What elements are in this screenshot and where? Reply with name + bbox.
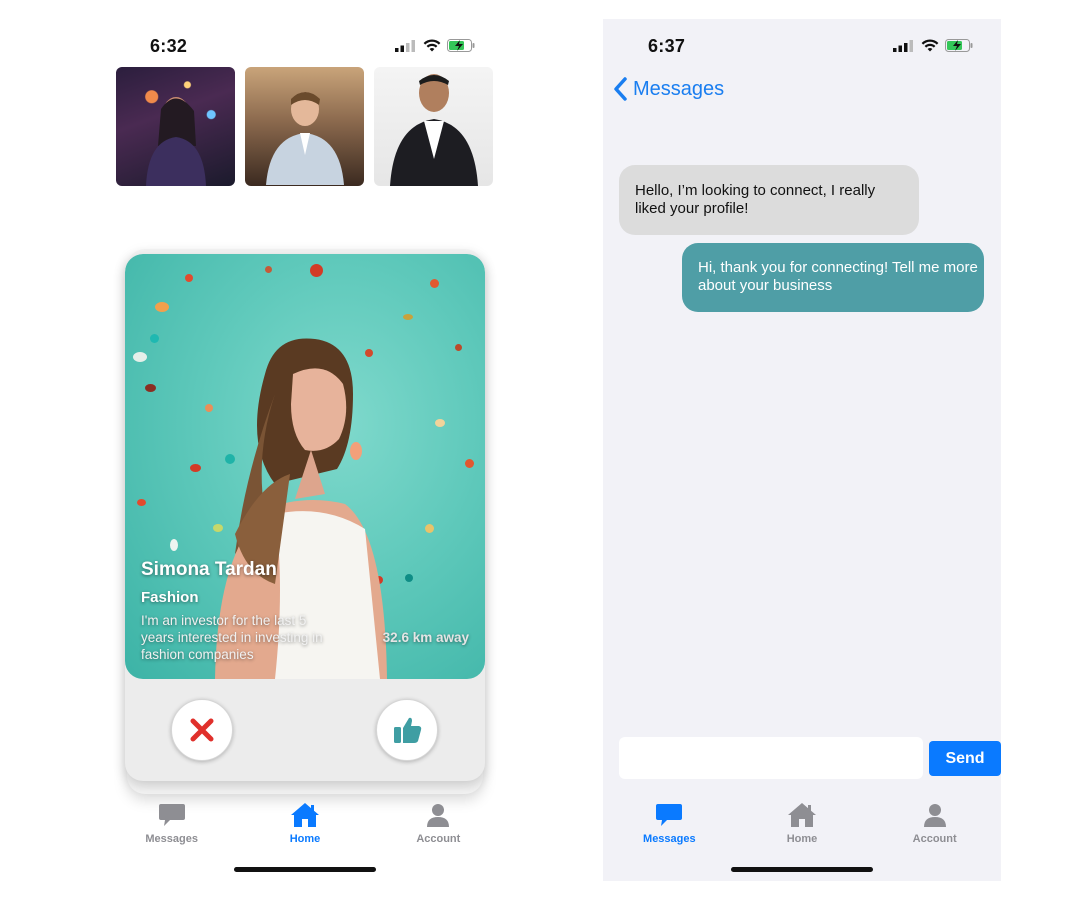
back-button[interactable]: Messages [613,77,724,101]
tab-bar: Messages Home Account [603,801,1001,845]
thumbnail-photo[interactable] [374,67,493,186]
tab-account[interactable]: Account [875,801,995,845]
status-time: 6:32 [150,36,188,56]
chat-bubble-icon [158,804,185,826]
status-icons [395,39,475,52]
message-text: Hello, I’m looking to connect, I really … [635,182,876,217]
back-label: Messages [633,77,725,100]
profile-name: Simona Tardan [141,559,277,580]
tab-home[interactable]: Home [742,801,862,845]
wifi-icon [921,39,939,52]
profile-category: Fashion [141,589,199,606]
tab-account[interactable]: Account [378,801,498,845]
messages-screen: 6:37 Messages Hello, I’m looking to conn… [603,19,1001,881]
message-text: Hi, thank you for connecting! Tell me mo… [698,259,978,294]
status-time: 6:37 [648,36,686,56]
home-indicator[interactable] [234,867,376,872]
tab-label: Messages [643,833,696,845]
message-bubble-incoming: Hello, I’m looking to connect, I really … [619,165,919,235]
match-thumbnails [116,67,493,186]
message-input[interactable] [619,737,923,779]
home-screen: 6:32 Simona Tardan Fashion I'm an invest… [105,19,505,881]
profile-photo: Simona Tardan Fashion I'm an investor fo… [125,254,485,679]
tab-label: Messages [145,833,198,845]
like-button[interactable] [376,699,438,761]
thumbs-up-icon [394,717,422,743]
status-bar: 6:32 [105,36,505,58]
person-icon [923,804,946,827]
home-icon [290,803,319,827]
tab-label: Account [416,833,461,845]
wifi-icon [423,39,441,52]
tab-label: Home [786,833,818,845]
status-bar: 6:37 [603,36,1001,58]
person-icon [427,804,450,827]
thumbnail-photo[interactable] [116,67,235,186]
tab-bar: Messages Home Account [105,801,505,845]
profile-distance: 32.6 km away [382,630,469,645]
tab-messages[interactable]: Messages [609,801,729,845]
reject-button[interactable] [171,699,233,761]
thumbnail-photo[interactable] [245,67,364,186]
battery-charging-icon [945,39,973,52]
battery-charging-icon [447,39,475,52]
cellular-signal-icon [893,39,913,52]
chat-bubble-icon [656,804,683,826]
person-silhouette [389,74,478,186]
person-silhouette [265,92,344,185]
close-icon [190,718,214,742]
tab-label: Home [289,833,321,845]
status-icons [893,39,973,52]
profile-bio: I'm an investor for the last 5 years int… [141,613,323,662]
person-silhouette [145,97,206,186]
profile-card[interactable]: Simona Tardan Fashion I'm an investor fo… [125,254,485,781]
tab-home[interactable]: Home [245,801,365,845]
home-icon [787,803,816,827]
tab-label: Account [912,833,957,845]
chevron-left-icon [614,77,627,101]
cellular-signal-icon [395,39,415,52]
send-button[interactable]: Send [929,741,1001,776]
tab-messages[interactable]: Messages [112,801,232,845]
message-bubble-outgoing: Hi, thank you for connecting! Tell me mo… [682,243,984,312]
home-indicator[interactable] [731,867,873,872]
